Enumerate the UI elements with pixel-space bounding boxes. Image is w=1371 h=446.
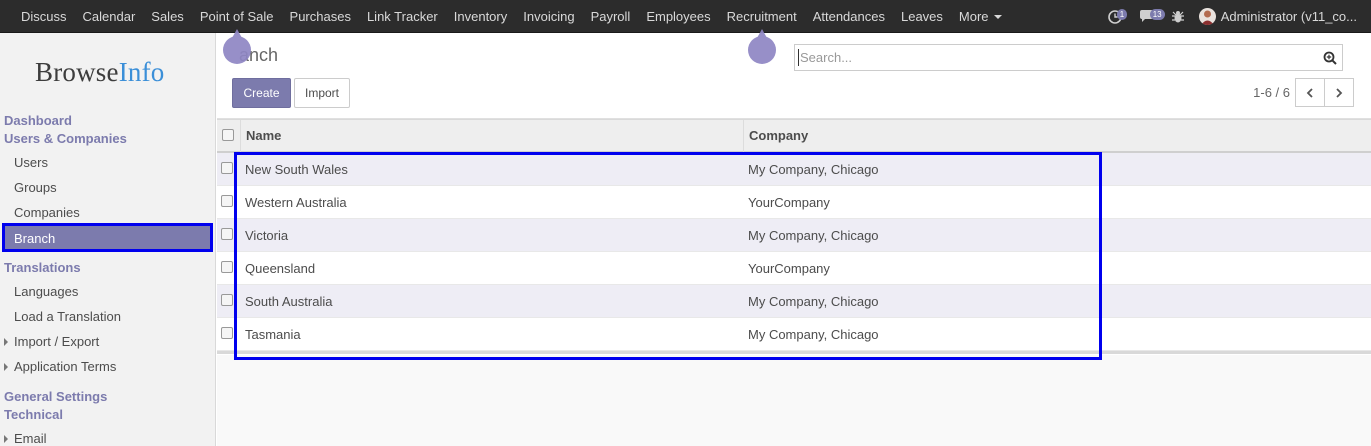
cell-name: South Australia: [245, 294, 333, 309]
sidebar-item-companies[interactable]: Companies: [14, 205, 80, 220]
sidebar-general-settings[interactable]: General Settings: [4, 389, 107, 404]
menu-recruitment[interactable]: Recruitment: [719, 0, 805, 33]
sidebar-dashboard[interactable]: Dashboard: [4, 113, 72, 128]
menu-link-tracker[interactable]: Link Tracker: [359, 0, 446, 33]
row-checkbox[interactable]: [221, 261, 233, 273]
systray: 1 13 Administrator (v11_co...: [1107, 0, 1371, 33]
column-divider: [743, 120, 744, 153]
cell-company: My Company, Chicago: [748, 162, 879, 177]
sidebar-item-branch-label: Branch: [14, 231, 56, 246]
logo-text-info: Info: [118, 57, 165, 87]
sidebar-item-languages[interactable]: Languages: [14, 284, 78, 299]
cell-name: Victoria: [245, 228, 289, 243]
cell-company: My Company, Chicago: [748, 228, 879, 243]
cell-company: My Company, Chicago: [748, 294, 879, 309]
import-button[interactable]: Import: [294, 78, 350, 108]
cell-name: Tasmania: [245, 327, 301, 342]
sidebar-technical[interactable]: Technical: [4, 407, 63, 422]
row-checkbox[interactable]: [221, 327, 233, 339]
sidebar-item-email[interactable]: Email: [4, 431, 47, 446]
control-panel: anch Create Import Search... 1-6 / 6: [217, 29, 1371, 119]
search-icon[interactable]: [1323, 51, 1337, 65]
search-input[interactable]: Search...: [794, 44, 1343, 71]
sidebar-item-groups[interactable]: Groups: [14, 180, 57, 195]
menu-calendar[interactable]: Calendar: [75, 0, 144, 33]
avatar: [1198, 8, 1216, 25]
row-checkbox[interactable]: [221, 162, 233, 174]
sidebar-item-branch[interactable]: Branch: [2, 223, 213, 252]
messages-button[interactable]: 13: [1139, 0, 1169, 33]
messages-badge: 13: [1149, 9, 1165, 20]
table-row[interactable]: Queensland YourCompany: [217, 252, 1371, 285]
menu-employees[interactable]: Employees: [638, 0, 718, 33]
chevron-right-icon: [1336, 87, 1343, 98]
sidebar-item-users[interactable]: Users: [14, 155, 48, 170]
table-row[interactable]: New South Wales My Company, Chicago: [217, 153, 1371, 186]
caret-down-icon: [993, 15, 1002, 20]
select-all-checkbox[interactable]: [222, 129, 234, 141]
branch-list: Name Company New South Wales My Company,…: [217, 119, 1371, 354]
cell-company: My Company, Chicago: [748, 327, 879, 342]
create-button[interactable]: Create: [232, 78, 291, 108]
list-footer: [217, 351, 1371, 354]
tip-bubble-icon[interactable]: [223, 29, 251, 64]
menu-inventory[interactable]: Inventory: [446, 0, 515, 33]
column-header-name[interactable]: Name: [246, 128, 281, 143]
sidebar-item-import-export[interactable]: Import / Export: [3, 334, 99, 349]
menu-attendances[interactable]: Attendances: [805, 0, 893, 33]
table-row[interactable]: Tasmania My Company, Chicago: [217, 318, 1371, 351]
text-cursor: [798, 49, 799, 66]
menu-more[interactable]: More: [951, 0, 1010, 33]
pager-next-button[interactable]: [1324, 78, 1354, 107]
tip-bubble-icon[interactable]: [748, 29, 776, 64]
debug-button[interactable]: [1171, 0, 1185, 33]
cell-name: Queensland: [245, 261, 316, 276]
menu-leaves[interactable]: Leaves: [893, 0, 951, 33]
browseinfo-logo: BrowseInfo: [35, 57, 165, 88]
settings-sidebar: BrowseInfo Dashboard Users & Companies U…: [0, 33, 216, 446]
sidebar-item-load-translation[interactable]: Load a Translation: [14, 309, 121, 324]
sidebar-translations[interactable]: Translations: [4, 260, 81, 275]
bug-icon: [1171, 10, 1184, 22]
pager-previous-button[interactable]: [1295, 78, 1325, 107]
column-divider: [240, 120, 241, 153]
menu-sales[interactable]: Sales: [143, 0, 192, 33]
menu-discuss[interactable]: Discuss: [13, 0, 75, 33]
user-menu[interactable]: Administrator (v11_co...: [1198, 8, 1357, 25]
cell-name: Western Australia: [245, 195, 347, 210]
chevron-left-icon: [1306, 87, 1313, 98]
sidebar-users-companies[interactable]: Users & Companies: [4, 131, 127, 146]
cell-company: YourCompany: [748, 195, 830, 210]
list-header: Name Company: [217, 119, 1371, 153]
row-checkbox[interactable]: [221, 294, 233, 306]
menu-invoicing[interactable]: Invoicing: [515, 0, 582, 33]
pager-value[interactable]: 1-6 / 6: [1253, 85, 1290, 100]
sidebar-item-application-terms[interactable]: Application Terms: [3, 359, 116, 374]
menu-purchases[interactable]: Purchases: [282, 0, 359, 33]
row-checkbox[interactable]: [221, 228, 233, 240]
user-name: Administrator (v11_co...: [1220, 9, 1357, 24]
activity-button[interactable]: 1: [1107, 0, 1130, 33]
activity-badge: 1: [1116, 9, 1128, 20]
menu-payroll[interactable]: Payroll: [583, 0, 639, 33]
content-background: [217, 355, 1371, 446]
menu-point-of-sale[interactable]: Point of Sale: [192, 0, 282, 33]
user-avatar-icon: [1200, 10, 1214, 25]
table-row[interactable]: Victoria My Company, Chicago: [217, 219, 1371, 252]
logo-text-browse: Browse: [35, 57, 119, 87]
column-header-company[interactable]: Company: [749, 128, 808, 143]
table-row[interactable]: South Australia My Company, Chicago: [217, 285, 1371, 318]
app-menu: Discuss Calendar Sales Point of Sale Pur…: [0, 0, 1010, 32]
cell-company: YourCompany: [748, 261, 830, 276]
table-row[interactable]: Western Australia YourCompany: [217, 186, 1371, 219]
top-navbar: Discuss Calendar Sales Point of Sale Pur…: [0, 0, 1371, 33]
row-checkbox[interactable]: [221, 195, 233, 207]
search-placeholder: Search...: [800, 50, 853, 65]
more-label: More: [958, 8, 989, 24]
cell-name: New South Wales: [245, 162, 348, 177]
